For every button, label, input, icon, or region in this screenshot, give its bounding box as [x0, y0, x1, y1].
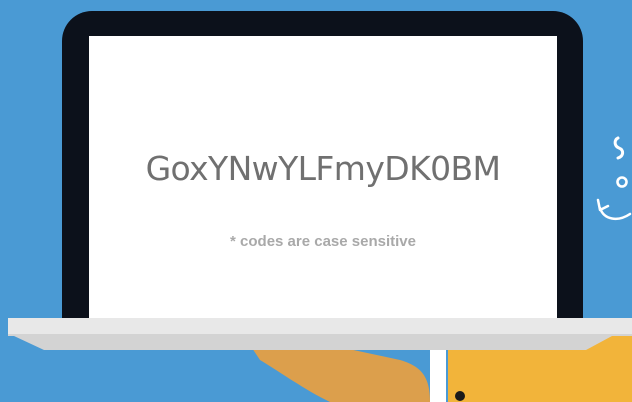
sleeve-stripe [430, 348, 446, 402]
case-sensitive-note: * codes are case sensitive [230, 233, 416, 250]
code-text: GoxYNwYLFmyDK0BM [145, 149, 501, 188]
stage: GoxYNwYLFmyDK0BM * codes are case sensit… [0, 0, 632, 402]
laptop-base [8, 318, 632, 350]
laptop-screen: GoxYNwYLFmyDK0BM * codes are case sensit… [89, 36, 557, 326]
sleeve-button [455, 391, 465, 401]
curved-arrow-icon [596, 136, 632, 221]
